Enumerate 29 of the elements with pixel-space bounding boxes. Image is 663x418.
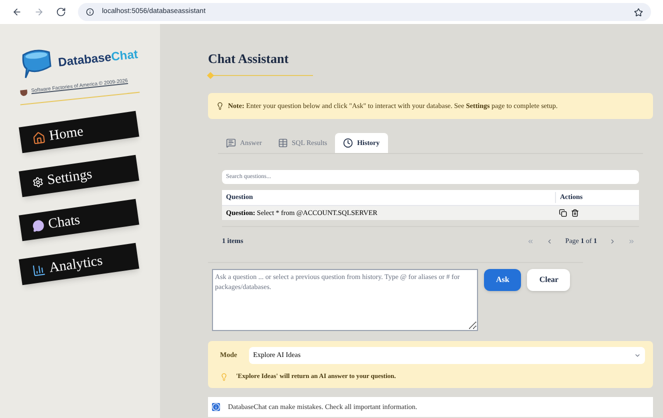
- sparkle-icon: [206, 72, 214, 80]
- delete-icon[interactable]: [571, 209, 579, 217]
- bookmark-star-icon[interactable]: [634, 8, 643, 16]
- lightbulb-icon: [216, 102, 224, 110]
- info-icon: [212, 402, 220, 411]
- message-icon: [226, 138, 236, 148]
- house-icon: [32, 130, 46, 144]
- back-icon[interactable]: [12, 7, 22, 17]
- nav-item[interactable]: Settings: [18, 154, 140, 197]
- cup-icon: [20, 89, 28, 96]
- nav-item[interactable]: Chats: [18, 198, 140, 241]
- nav-item[interactable]: Home: [18, 110, 140, 153]
- clock-icon: [343, 138, 354, 148]
- clear-button[interactable]: Clear: [527, 269, 570, 291]
- copy-icon[interactable]: [559, 209, 567, 217]
- next-page-icon[interactable]: [609, 238, 616, 245]
- settings-icon: [32, 175, 44, 188]
- nav-item[interactable]: Analytics: [18, 242, 140, 285]
- lightbulb-icon: [220, 372, 228, 381]
- app-logo-text: Database Chat: [57, 46, 139, 72]
- previous-page-icon[interactable]: [546, 238, 554, 245]
- forward-icon[interactable]: [34, 7, 44, 17]
- page-title: Chat Assistant: [208, 52, 290, 65]
- reload-icon[interactable]: [56, 7, 66, 17]
- chevron-down-icon: [634, 352, 641, 359]
- info-icon: [86, 8, 94, 16]
- ask-button[interactable]: Ask: [484, 269, 522, 291]
- speech-bubble-icon: [32, 218, 46, 232]
- table-icon: [278, 138, 288, 148]
